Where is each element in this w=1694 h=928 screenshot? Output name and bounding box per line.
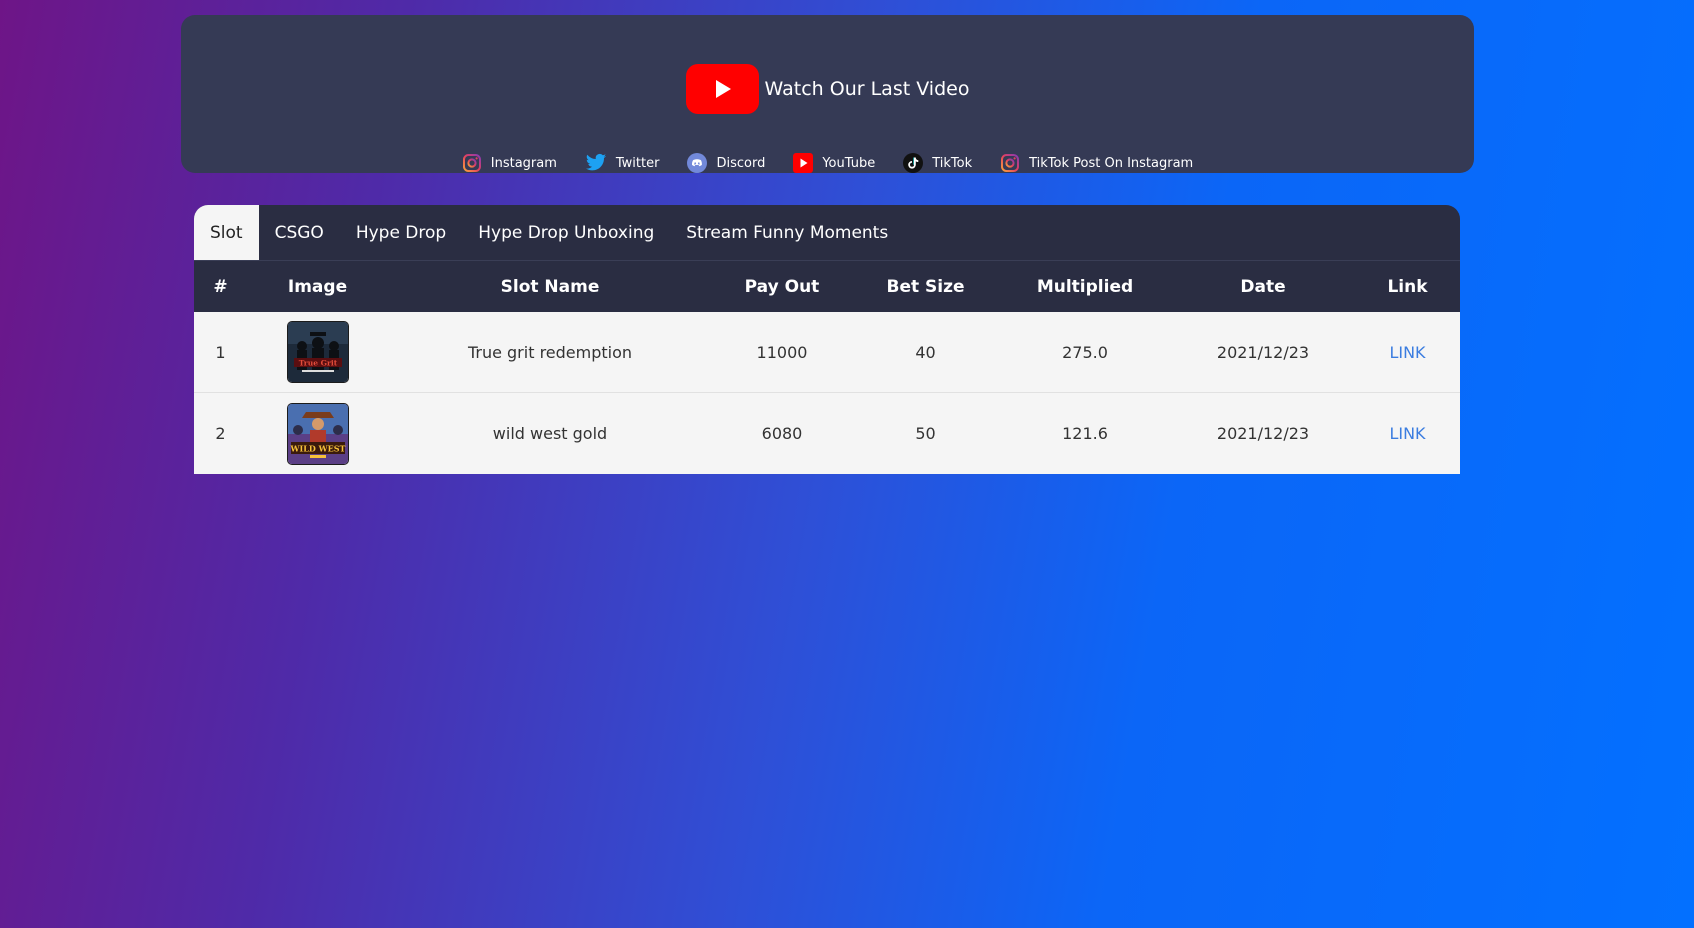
social-label: Discord [716,155,766,171]
instagram-icon [462,153,482,173]
row-link[interactable]: LINK [1389,424,1425,443]
social-link-tiktok[interactable]: TikTok [903,153,972,173]
category-tabs: Slot CSGO Hype Drop Hype Drop Unboxing S… [194,205,1460,260]
row-number: 2 [194,392,247,474]
youtube-play-icon [685,64,759,114]
row-number: 1 [194,312,247,393]
col-header-date: Date [1171,260,1355,312]
table-header-row: # Image Slot Name Pay Out Bet Size Multi… [194,260,1460,312]
row-link[interactable]: LINK [1389,343,1425,362]
social-link-tiktok-instagram[interactable]: TikTok Post On Instagram [1000,153,1193,173]
watch-last-video-link[interactable]: Watch Our Last Video [181,64,1474,114]
col-header-number: # [194,260,247,312]
youtube-icon [793,153,814,173]
bet-size: 40 [852,312,999,393]
social-label: Instagram [490,155,557,171]
col-header-multiplied: Multiplied [999,260,1171,312]
thumb-text: True Grit [298,359,337,368]
slot-thumbnail-wild-west: WILD WEST [287,403,348,464]
tab-slot[interactable]: Slot [194,205,259,260]
col-header-pay-out: Pay Out [712,260,852,312]
col-header-link: Link [1355,260,1460,312]
multiplied: 121.6 [999,392,1171,474]
col-header-image: Image [247,260,388,312]
slot-image: WILD WEST [247,392,388,474]
social-label: YouTube [822,155,876,171]
bet-size: 50 [852,392,999,474]
table-row: 2 WILD WEST wild west gold 6080 50 121.6… [194,392,1460,474]
tab-csgo[interactable]: CSGO [259,205,340,260]
leaderboard-panel: Slot CSGO Hype Drop Hype Drop Unboxing S… [194,205,1460,474]
multiplied: 275.0 [999,312,1171,393]
watch-label: Watch Our Last Video [764,78,970,100]
pay-out: 11000 [712,312,852,393]
slot-table: # Image Slot Name Pay Out Bet Size Multi… [194,260,1460,474]
social-label: TikTok [932,155,973,171]
slot-image: True Grit [247,312,388,393]
table-row: 1 True Grit True grit redemption 11000 4… [194,312,1460,393]
social-link-twitter[interactable]: Twitter [585,153,660,173]
social-links: Instagram Twitter Discord YouTube TikTok [181,148,1474,178]
slot-thumbnail-true-grit: True Grit [287,322,348,382]
tab-stream-funny-moments[interactable]: Stream Funny Moments [670,205,904,260]
header-panel: Watch Our Last Video Instagram Twitter D… [181,15,1474,173]
social-link-youtube[interactable]: YouTube [793,153,875,173]
thumb-text: WILD WEST [289,443,345,453]
discord-icon [687,153,708,173]
tiktok-icon [903,153,924,173]
col-header-slot-name: Slot Name [388,260,712,312]
pay-out: 6080 [712,392,852,474]
social-label: TikTok Post On Instagram [1029,155,1194,171]
tab-hype-drop-unboxing[interactable]: Hype Drop Unboxing [462,205,670,260]
slot-name: True grit redemption [388,312,712,393]
tab-hype-drop[interactable]: Hype Drop [340,205,462,260]
social-label: Twitter [615,155,660,171]
twitter-icon [585,153,607,173]
date: 2021/12/23 [1171,312,1355,393]
link-cell: LINK [1355,312,1460,393]
link-cell: LINK [1355,392,1460,474]
col-header-bet-size: Bet Size [852,260,999,312]
social-link-instagram[interactable]: Instagram [462,153,557,173]
instagram-icon [1000,153,1020,173]
social-link-discord[interactable]: Discord [687,153,765,173]
slot-name: wild west gold [388,392,712,474]
date: 2021/12/23 [1171,392,1355,474]
